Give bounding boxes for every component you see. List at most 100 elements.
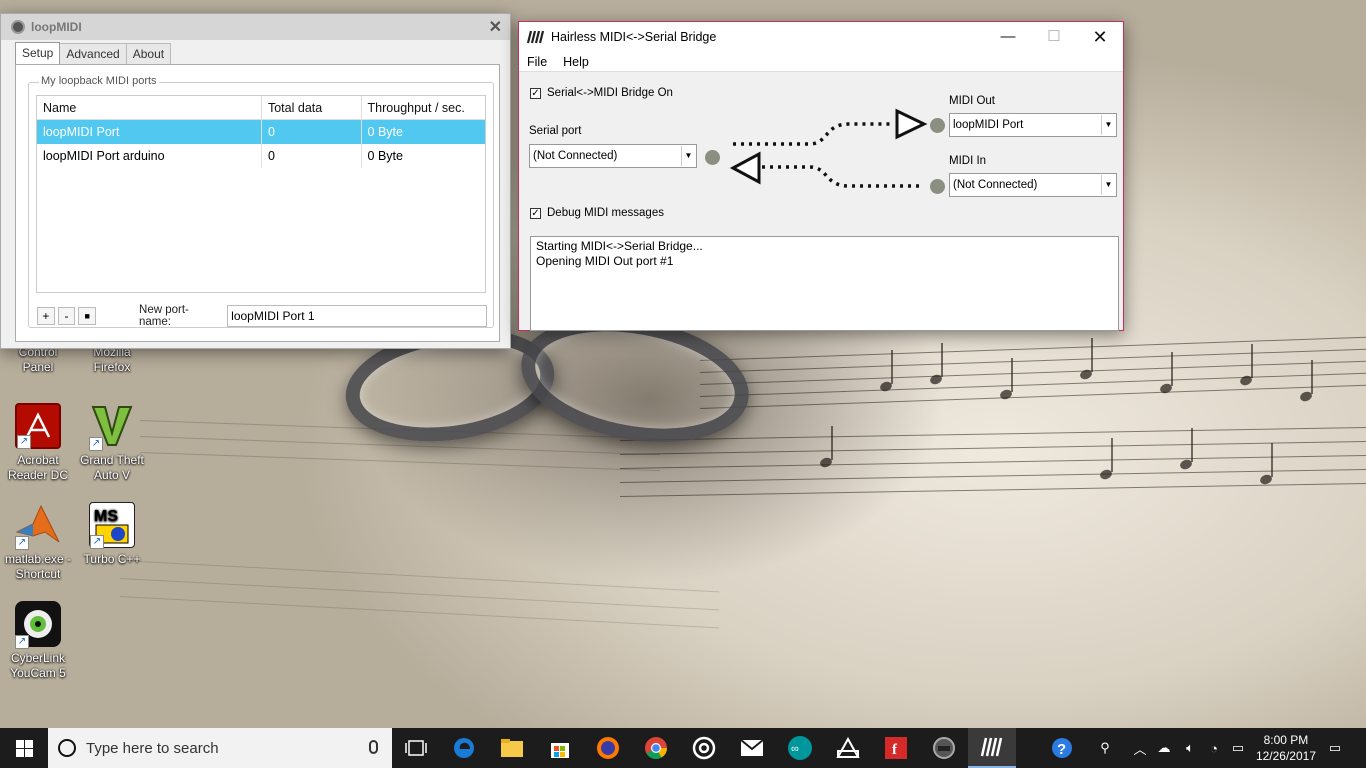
- battery-icon[interactable]: ▭: [1226, 728, 1250, 768]
- remove-port-button[interactable]: -: [57, 307, 76, 325]
- serial-port-select[interactable]: (Not Connected) ▼: [529, 144, 697, 168]
- stop-button[interactable]: ■: [78, 307, 97, 325]
- microphone-icon[interactable]: [369, 740, 378, 754]
- wifi-icon[interactable]: ◔: [1202, 728, 1226, 768]
- desktop-icon-turbo-cpp[interactable]: MS ↗ Turbo C++: [74, 502, 150, 567]
- loopmidi-titlebar[interactable]: loopMIDI ✕: [1, 14, 510, 40]
- acrobat-icon: ↗: [15, 403, 61, 449]
- add-port-button[interactable]: +: [37, 307, 55, 325]
- hairless-taskbar-icon[interactable]: [968, 728, 1016, 768]
- edge-icon[interactable]: [440, 728, 488, 768]
- svg-text:MS: MS: [94, 508, 118, 525]
- store-icon[interactable]: [536, 728, 584, 768]
- port-throughput-cell: 0 Byte: [367, 149, 403, 163]
- help-icon[interactable]: ?: [1048, 728, 1076, 768]
- notifications-icon[interactable]: ▭: [1320, 728, 1350, 768]
- chrome-icon[interactable]: [632, 728, 680, 768]
- hairless-titlebar[interactable]: Hairless MIDI<->Serial Bridge — ☐ ✕: [519, 22, 1123, 52]
- firefox-taskbar-icon[interactable]: [584, 728, 632, 768]
- port-name-cell: loopMIDI Port arduino: [37, 144, 262, 168]
- onedrive-icon[interactable]: ☁: [1152, 728, 1176, 768]
- check-icon: ✓: [530, 207, 541, 219]
- column-header-throughput[interactable]: Throughput / sec.: [361, 96, 485, 119]
- chevron-down-icon: ▼: [1101, 115, 1115, 135]
- port-controls: + - ■ New port-name:: [37, 304, 487, 328]
- arduino-icon[interactable]: ∞: [776, 728, 824, 768]
- midi-out-status-led: [930, 118, 945, 133]
- tab-setup[interactable]: Setup: [15, 42, 61, 65]
- midi-in-status-led: [930, 179, 945, 194]
- midi-out-select[interactable]: loopMIDI Port ▼: [949, 113, 1117, 137]
- table-header: Name Total data Throughput / sec.: [37, 96, 485, 120]
- svg-text:∞: ∞: [791, 743, 799, 755]
- menu-file[interactable]: File: [519, 55, 555, 69]
- maximize-icon[interactable]: ☐: [1031, 22, 1077, 52]
- desktop-icon-gta[interactable]: ↗ Grand Theft Auto V: [74, 403, 150, 483]
- menu-bar: File Help: [519, 52, 1123, 72]
- log-line: Starting MIDI<->Serial Bridge...: [536, 239, 703, 253]
- bridge-on-checkbox[interactable]: ✓ Serial<->MIDI Bridge On: [530, 87, 673, 99]
- fritzing-icon[interactable]: f: [872, 728, 920, 768]
- debug-checkbox[interactable]: ✓ Debug MIDI messages: [530, 207, 664, 219]
- matlab-icon: ↗: [15, 502, 61, 550]
- mail-icon[interactable]: [728, 728, 776, 768]
- setup-panel: My loopback MIDI ports Name Total data T…: [15, 64, 500, 342]
- desktop-icon-firefox[interactable]: Mozilla Firefox: [74, 345, 150, 375]
- minimize-icon[interactable]: —: [985, 22, 1031, 52]
- loopmidi-tabs: Setup Advanced About: [15, 42, 172, 66]
- loopmidi-title: loopMIDI: [31, 20, 82, 34]
- start-button[interactable]: [0, 728, 48, 768]
- svg-text:?: ?: [1057, 741, 1066, 758]
- desktop-icon-acrobat[interactable]: ↗ Acrobat Reader DC: [0, 403, 76, 483]
- table-row[interactable]: loopMIDI Port arduino 0 0 Byte: [37, 144, 485, 168]
- column-header-name[interactable]: Name: [37, 96, 262, 119]
- system-clock[interactable]: 8:00 PM 12/26/2017: [1256, 732, 1316, 764]
- column-header-total-data[interactable]: Total data: [261, 96, 362, 119]
- port-throughput-cell: 0 Byte: [367, 125, 403, 139]
- paint-icon[interactable]: [824, 728, 872, 768]
- close-icon[interactable]: ✕: [1077, 22, 1123, 52]
- groove-icon[interactable]: [680, 728, 728, 768]
- new-port-name-label: New port-name:: [139, 304, 189, 328]
- ports-table: Name Total data Throughput / sec. loopMI…: [36, 95, 486, 293]
- hairless-title: Hairless MIDI<->Serial Bridge: [551, 30, 717, 44]
- log-line: Opening MIDI Out port #1: [536, 254, 674, 268]
- port-total-cell: 0: [262, 120, 362, 144]
- close-icon[interactable]: ✕: [489, 17, 502, 37]
- cortana-icon: [58, 739, 76, 757]
- loopmidi-taskbar-icon[interactable]: [920, 728, 968, 768]
- loopmidi-app-icon: [11, 20, 25, 34]
- menu-help[interactable]: Help: [555, 55, 597, 69]
- clock-date: 12/26/2017: [1255, 749, 1316, 763]
- hairless-body: ✓ Serial<->MIDI Bridge On Serial port (N…: [519, 73, 1123, 331]
- desktop-icon-matlab[interactable]: ↗ matlab.exe - Shortcut: [0, 502, 76, 582]
- tab-about[interactable]: About: [125, 43, 172, 66]
- check-icon: ✓: [530, 87, 541, 99]
- serial-port-value: (Not Connected): [533, 150, 618, 162]
- taskbar: Type here to search ∞ f ? ⚲ ︿ ☁ 🔈︎ ◔ ▭ 8…: [0, 728, 1366, 768]
- bridge-diagram: [729, 108, 928, 188]
- file-explorer-icon[interactable]: [488, 728, 536, 768]
- volume-icon[interactable]: 🔈︎: [1178, 728, 1202, 768]
- task-view-icon[interactable]: [392, 728, 440, 768]
- port-total-cell: 0: [262, 144, 362, 168]
- windows-icon: [15, 739, 33, 757]
- chevron-down-icon: ▼: [681, 146, 695, 166]
- people-icon[interactable]: ⚲: [1092, 728, 1118, 768]
- clock-time: 8:00 PM: [1263, 733, 1309, 747]
- chevron-up-icon[interactable]: ︿: [1130, 728, 1150, 768]
- midi-in-select[interactable]: (Not Connected) ▼: [949, 173, 1117, 197]
- taskbar-search[interactable]: Type here to search: [48, 728, 392, 768]
- tab-advanced[interactable]: Advanced: [59, 43, 127, 66]
- desktop-icon-control-panel[interactable]: Control Panel: [0, 345, 76, 375]
- hairless-window: Hairless MIDI<->Serial Bridge — ☐ ✕ File…: [518, 21, 1124, 331]
- midi-in-label: MIDI In: [949, 155, 987, 167]
- desktop-icon-youcam[interactable]: ↗ CyberLink YouCam 5: [0, 601, 76, 681]
- hairless-app-icon: [527, 30, 545, 44]
- serial-port-label: Serial port: [529, 125, 582, 137]
- new-port-name-input[interactable]: [227, 305, 487, 327]
- debug-log[interactable]: Starting MIDI<->Serial Bridge... Opening…: [530, 236, 1119, 331]
- loopmidi-window: loopMIDI ✕ Setup Advanced About My loopb…: [0, 13, 511, 349]
- table-row[interactable]: loopMIDI Port 0 0 Byte: [37, 120, 485, 144]
- midi-in-value: (Not Connected): [953, 179, 1038, 191]
